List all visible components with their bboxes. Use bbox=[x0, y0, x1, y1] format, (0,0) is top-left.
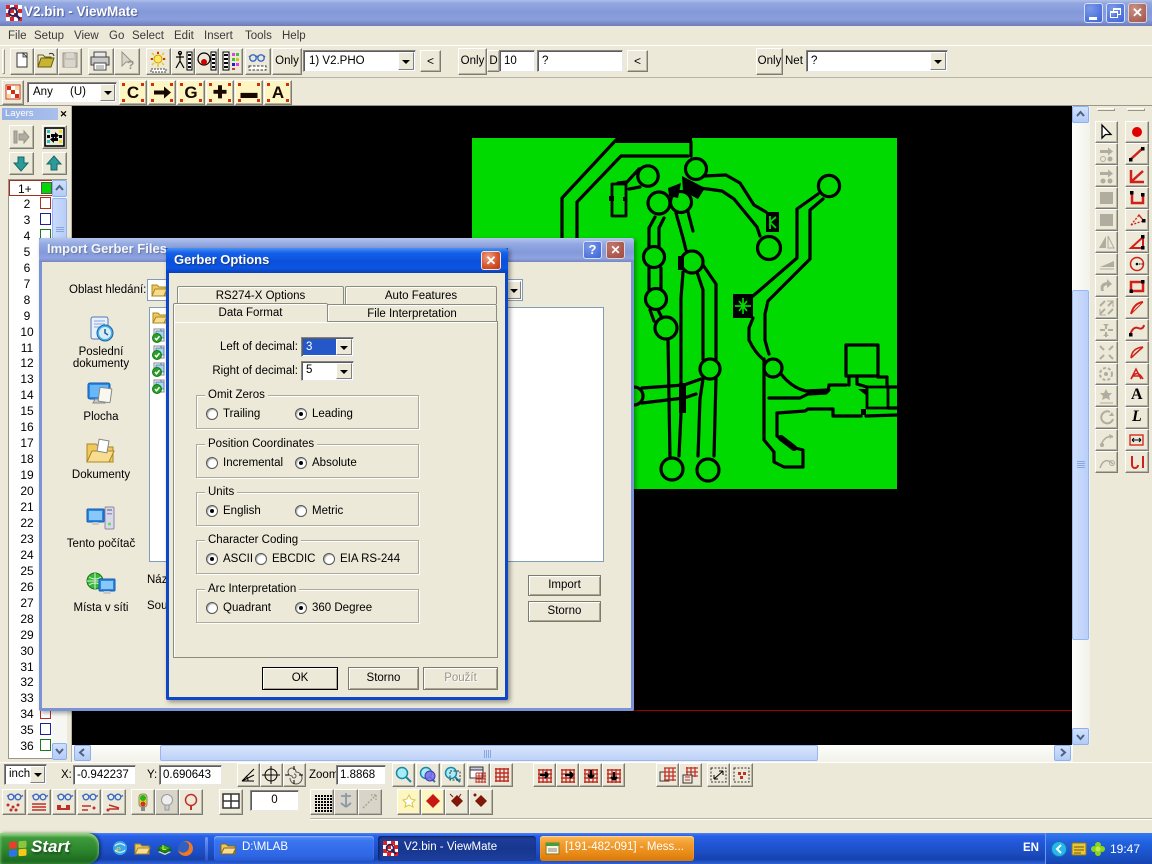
svg-text:e: e bbox=[116, 843, 121, 855]
svg-text:L: L bbox=[162, 845, 167, 852]
svg-text:?: ? bbox=[127, 58, 134, 72]
